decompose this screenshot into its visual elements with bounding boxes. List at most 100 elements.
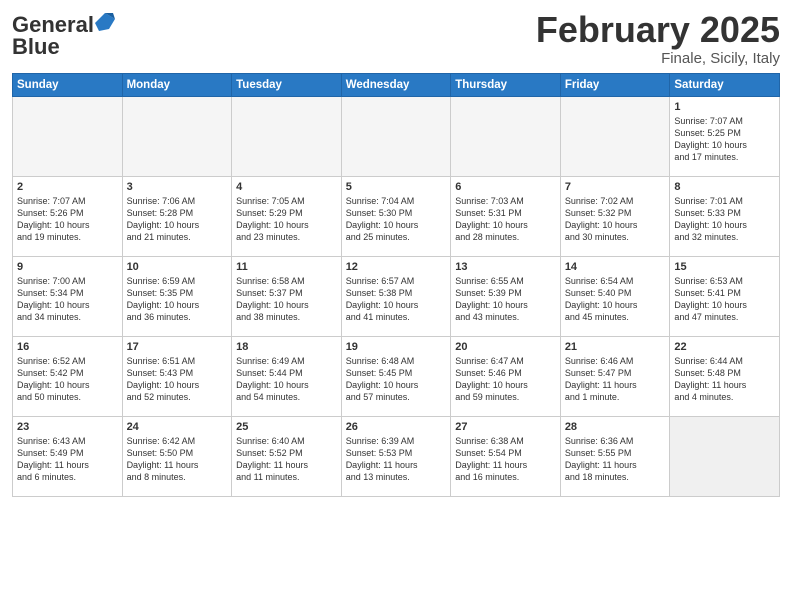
day-info: Sunrise: 6:57 AM Sunset: 5:38 PM Dayligh…: [346, 275, 447, 324]
calendar-day-cell: 9 Sunrise: 7:00 AM Sunset: 5:34 PM Daylig…: [13, 256, 123, 336]
calendar-week-row: 1Sunrise: 7:07 AM Sunset: 5:25 PM Daylig…: [13, 96, 780, 176]
calendar-day-cell: 15Sunrise: 6:53 AM Sunset: 5:41 PM Dayli…: [670, 256, 780, 336]
calendar-week-row: 16 Sunrise: 6:52 AM Sunset: 5:42 PM Dayli…: [13, 336, 780, 416]
day-info: Sunrise: 6:58 AM Sunset: 5:37 PM Dayligh…: [236, 275, 337, 324]
day-info: Sunrise: 7:07 AM Sunset: 5:25 PM Dayligh…: [674, 115, 775, 164]
calendar-day-cell: 3 Sunrise: 7:06 AM Sunset: 5:28 PM Daylig…: [122, 176, 232, 256]
calendar-day-cell: 25 Sunrise: 6:40 AM Sunset: 5:52 PM Dayli…: [232, 416, 342, 496]
day-info: Sunrise: 6:55 AM Sunset: 5:39 PM Dayligh…: [455, 275, 556, 324]
calendar-day-cell: 4 Sunrise: 7:05 AM Sunset: 5:29 PM Daylig…: [232, 176, 342, 256]
calendar-day-cell: [451, 96, 561, 176]
calendar-day-cell: [341, 96, 451, 176]
day-number: 13: [455, 261, 556, 273]
day-number: 26: [346, 421, 447, 433]
calendar-day-cell: 6Sunrise: 7:03 AM Sunset: 5:31 PM Daylig…: [451, 176, 561, 256]
title-block: February 2025 Finale, Sicily, Italy: [536, 10, 780, 67]
day-number: 7: [565, 181, 666, 193]
day-info: Sunrise: 6:42 AM Sunset: 5:50 PM Dayligh…: [127, 435, 228, 484]
calendar-day-cell: 23Sunrise: 6:43 AM Sunset: 5:49 PM Dayli…: [13, 416, 123, 496]
calendar-day-cell: 27 Sunrise: 6:38 AM Sunset: 5:54 PM Dayli…: [451, 416, 561, 496]
day-number: 27: [455, 421, 556, 433]
calendar-day-cell: [232, 96, 342, 176]
calendar-day-cell: [670, 416, 780, 496]
day-info: Sunrise: 6:40 AM Sunset: 5:52 PM Dayligh…: [236, 435, 337, 484]
weekday-header-row: SundayMondayTuesdayWednesdayThursdayFrid…: [13, 73, 780, 96]
day-number: 4: [236, 181, 337, 193]
calendar-day-cell: 22 Sunrise: 6:44 AM Sunset: 5:48 PM Dayli…: [670, 336, 780, 416]
day-info: Sunrise: 6:53 AM Sunset: 5:41 PM Dayligh…: [674, 275, 775, 324]
calendar-day-cell: 2 Sunrise: 7:07 AM Sunset: 5:26 PM Daylig…: [13, 176, 123, 256]
day-number: 19: [346, 341, 447, 353]
day-number: 24: [127, 421, 228, 433]
day-info: Sunrise: 6:38 AM Sunset: 5:54 PM Dayligh…: [455, 435, 556, 484]
weekday-header-sunday: Sunday: [13, 73, 123, 96]
day-info: Sunrise: 7:07 AM Sunset: 5:26 PM Dayligh…: [17, 195, 118, 244]
logo-blue: Blue: [12, 34, 60, 59]
header: General Blue February 2025 Finale, Sicil…: [12, 10, 780, 67]
day-number: 6: [455, 181, 556, 193]
day-number: 23: [17, 421, 118, 433]
calendar-day-cell: 5 Sunrise: 7:04 AM Sunset: 5:30 PM Daylig…: [341, 176, 451, 256]
weekday-header-monday: Monday: [122, 73, 232, 96]
weekday-header-thursday: Thursday: [451, 73, 561, 96]
location: Finale, Sicily, Italy: [536, 50, 780, 67]
calendar-day-cell: 10Sunrise: 6:59 AM Sunset: 5:35 PM Dayli…: [122, 256, 232, 336]
calendar-table: SundayMondayTuesdayWednesdayThursdayFrid…: [12, 73, 780, 497]
calendar-day-cell: 19 Sunrise: 6:48 AM Sunset: 5:45 PM Dayli…: [341, 336, 451, 416]
day-number: 28: [565, 421, 666, 433]
day-info: Sunrise: 6:49 AM Sunset: 5:44 PM Dayligh…: [236, 355, 337, 404]
month-title: February 2025: [536, 10, 780, 50]
day-number: 25: [236, 421, 337, 433]
day-number: 22: [674, 341, 775, 353]
day-number: 8: [674, 181, 775, 193]
weekday-header-tuesday: Tuesday: [232, 73, 342, 96]
day-info: Sunrise: 6:52 AM Sunset: 5:42 PM Dayligh…: [17, 355, 118, 404]
day-number: 10: [127, 261, 228, 273]
calendar-week-row: 23Sunrise: 6:43 AM Sunset: 5:49 PM Dayli…: [13, 416, 780, 496]
calendar-day-cell: 28 Sunrise: 6:36 AM Sunset: 5:55 PM Dayli…: [560, 416, 670, 496]
calendar-week-row: 9 Sunrise: 7:00 AM Sunset: 5:34 PM Daylig…: [13, 256, 780, 336]
day-number: 9: [17, 261, 118, 273]
day-number: 18: [236, 341, 337, 353]
day-info: Sunrise: 7:05 AM Sunset: 5:29 PM Dayligh…: [236, 195, 337, 244]
calendar-day-cell: 24 Sunrise: 6:42 AM Sunset: 5:50 PM Dayli…: [122, 416, 232, 496]
calendar-day-cell: 13 Sunrise: 6:55 AM Sunset: 5:39 PM Dayli…: [451, 256, 561, 336]
day-number: 3: [127, 181, 228, 193]
calendar-day-cell: [122, 96, 232, 176]
day-info: Sunrise: 7:01 AM Sunset: 5:33 PM Dayligh…: [674, 195, 775, 244]
calendar-day-cell: 21Sunrise: 6:46 AM Sunset: 5:47 PM Dayli…: [560, 336, 670, 416]
calendar-day-cell: [560, 96, 670, 176]
calendar-day-cell: 16 Sunrise: 6:52 AM Sunset: 5:42 PM Dayli…: [13, 336, 123, 416]
logo: General Blue: [12, 14, 115, 59]
day-info: Sunrise: 7:06 AM Sunset: 5:28 PM Dayligh…: [127, 195, 228, 244]
day-info: Sunrise: 7:00 AM Sunset: 5:34 PM Dayligh…: [17, 275, 118, 324]
day-info: Sunrise: 6:48 AM Sunset: 5:45 PM Dayligh…: [346, 355, 447, 404]
calendar-day-cell: 14Sunrise: 6:54 AM Sunset: 5:40 PM Dayli…: [560, 256, 670, 336]
day-info: Sunrise: 6:36 AM Sunset: 5:55 PM Dayligh…: [565, 435, 666, 484]
day-number: 2: [17, 181, 118, 193]
calendar-day-cell: 1Sunrise: 7:07 AM Sunset: 5:25 PM Daylig…: [670, 96, 780, 176]
calendar-day-cell: 8 Sunrise: 7:01 AM Sunset: 5:33 PM Daylig…: [670, 176, 780, 256]
day-info: Sunrise: 6:51 AM Sunset: 5:43 PM Dayligh…: [127, 355, 228, 404]
day-number: 5: [346, 181, 447, 193]
weekday-header-wednesday: Wednesday: [341, 73, 451, 96]
calendar-day-cell: 17Sunrise: 6:51 AM Sunset: 5:43 PM Dayli…: [122, 336, 232, 416]
day-info: Sunrise: 6:47 AM Sunset: 5:46 PM Dayligh…: [455, 355, 556, 404]
day-number: 11: [236, 261, 337, 273]
day-number: 21: [565, 341, 666, 353]
page-container: General Blue February 2025 Finale, Sicil…: [0, 0, 792, 505]
calendar-day-cell: 26Sunrise: 6:39 AM Sunset: 5:53 PM Dayli…: [341, 416, 451, 496]
weekday-header-friday: Friday: [560, 73, 670, 96]
logo-icon: [95, 13, 115, 33]
logo-general: General: [12, 14, 94, 36]
weekday-header-saturday: Saturday: [670, 73, 780, 96]
calendar-day-cell: [13, 96, 123, 176]
day-info: Sunrise: 7:04 AM Sunset: 5:30 PM Dayligh…: [346, 195, 447, 244]
day-number: 12: [346, 261, 447, 273]
calendar-week-row: 2 Sunrise: 7:07 AM Sunset: 5:26 PM Daylig…: [13, 176, 780, 256]
calendar-day-cell: 18 Sunrise: 6:49 AM Sunset: 5:44 PM Dayli…: [232, 336, 342, 416]
day-info: Sunrise: 6:44 AM Sunset: 5:48 PM Dayligh…: [674, 355, 775, 404]
calendar-day-cell: 12 Sunrise: 6:57 AM Sunset: 5:38 PM Dayli…: [341, 256, 451, 336]
day-number: 16: [17, 341, 118, 353]
calendar-day-cell: 7Sunrise: 7:02 AM Sunset: 5:32 PM Daylig…: [560, 176, 670, 256]
